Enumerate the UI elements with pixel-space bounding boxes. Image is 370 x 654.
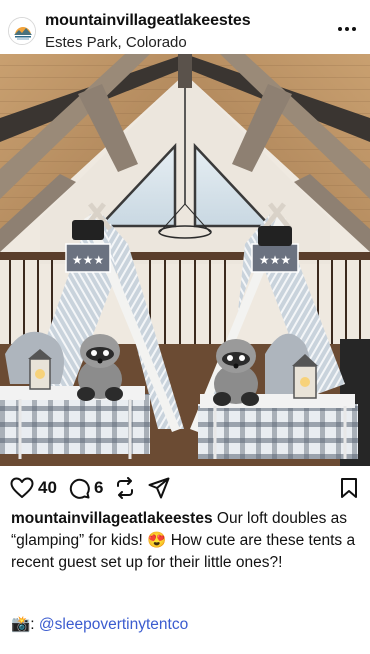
post-header: mountainvillageatlakeestes Estes Park, C… xyxy=(0,0,370,54)
avatar[interactable] xyxy=(8,17,36,45)
post-photo[interactable]: ★★★ ★★★ xyxy=(0,54,370,466)
bookmark-icon xyxy=(341,478,357,498)
camera-emoji: 📸: xyxy=(11,616,35,633)
comment-button[interactable]: 6 xyxy=(68,475,103,501)
send-icon xyxy=(148,477,170,499)
like-count: 40 xyxy=(38,478,57,497)
photo-credit: 📸: @sleepovertinytentco xyxy=(11,614,188,636)
sunset-logo-icon xyxy=(9,18,35,44)
svg-text:★★★: ★★★ xyxy=(72,253,104,267)
credit-mention-link[interactable]: @sleepovertinytentco xyxy=(39,616,188,633)
like-button[interactable]: 40 xyxy=(10,475,57,501)
heart-icon xyxy=(10,477,34,498)
post-actions: 40 6 xyxy=(0,470,370,506)
caption-username[interactable]: mountainvillageatlakeestes xyxy=(11,510,213,527)
share-button[interactable] xyxy=(148,475,170,501)
post-caption: mountainvillageatlakeestes Our loft doub… xyxy=(11,508,361,574)
svg-text:★★★: ★★★ xyxy=(259,253,291,267)
save-button[interactable] xyxy=(340,475,358,501)
more-horizontal-icon[interactable] xyxy=(336,24,358,34)
comment-bubble-icon xyxy=(69,478,90,499)
location[interactable]: Estes Park, Colorado xyxy=(45,34,187,51)
username[interactable]: mountainvillageatlakeestes xyxy=(45,12,251,30)
repost-button[interactable] xyxy=(114,475,136,501)
repost-icon xyxy=(117,477,133,499)
comment-count: 6 xyxy=(94,478,104,497)
